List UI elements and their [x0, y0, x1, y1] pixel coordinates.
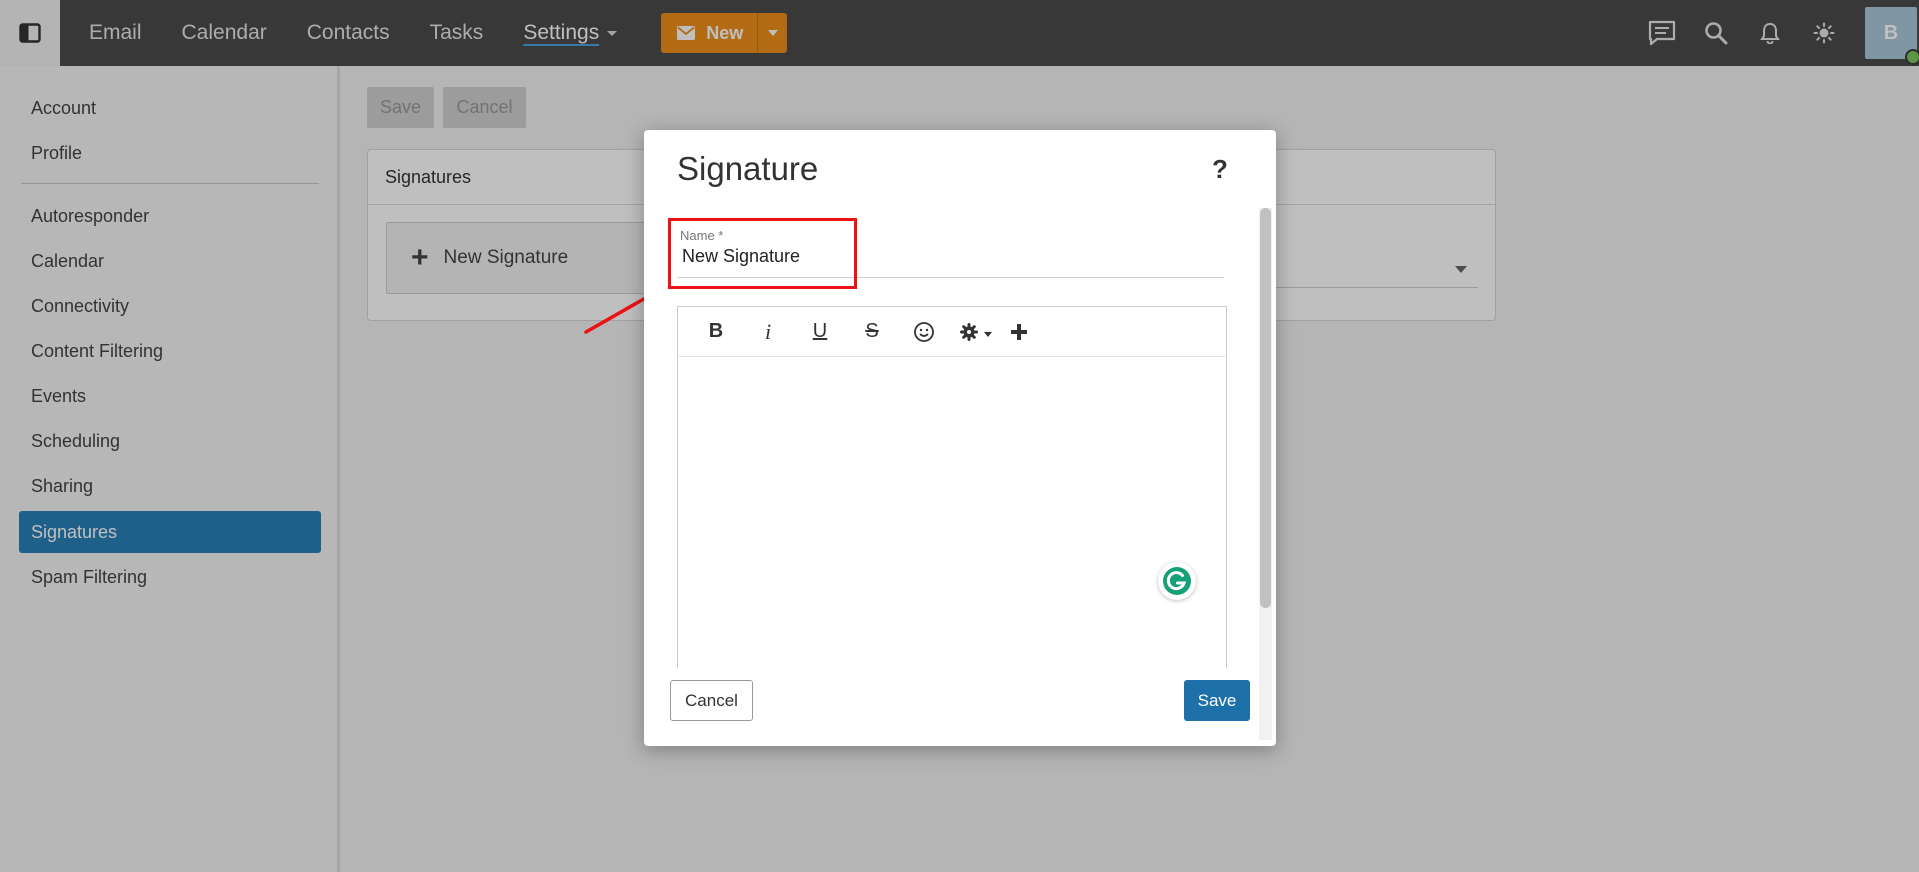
- editor-content-area[interactable]: [678, 358, 1226, 668]
- help-icon[interactable]: ?: [1212, 154, 1228, 185]
- grammarly-icon: [1163, 567, 1191, 595]
- editor-toolbar: B i U S: [678, 307, 1226, 357]
- italic-icon: i: [764, 318, 772, 344]
- plus-icon: [1011, 323, 1027, 340]
- annotation-highlight-box: [668, 218, 857, 289]
- bold-button[interactable]: B: [690, 312, 742, 352]
- emoji-icon: [914, 321, 934, 342]
- grammarly-button[interactable]: [1158, 562, 1196, 600]
- insert-button[interactable]: [1002, 312, 1036, 352]
- emoji-button[interactable]: [898, 312, 950, 352]
- underline-icon: U: [812, 320, 828, 342]
- underline-button[interactable]: U: [794, 312, 846, 352]
- dialog-scrollbar[interactable]: [1259, 208, 1272, 740]
- scrollbar-thumb[interactable]: [1260, 208, 1271, 608]
- strikethrough-icon: S: [865, 320, 879, 342]
- dialog-cancel-button[interactable]: Cancel: [670, 680, 753, 721]
- chevron-down-icon: [984, 332, 992, 337]
- italic-button[interactable]: i: [742, 312, 794, 352]
- gear-icon: [960, 322, 978, 341]
- strikethrough-button[interactable]: S: [846, 312, 898, 352]
- dialog-save-button[interactable]: Save: [1184, 680, 1250, 721]
- more-options-button[interactable]: [950, 312, 1002, 352]
- bold-icon: B: [708, 320, 724, 342]
- dialog-title: Signature: [677, 150, 819, 187]
- signature-editor: B i U S: [677, 306, 1227, 668]
